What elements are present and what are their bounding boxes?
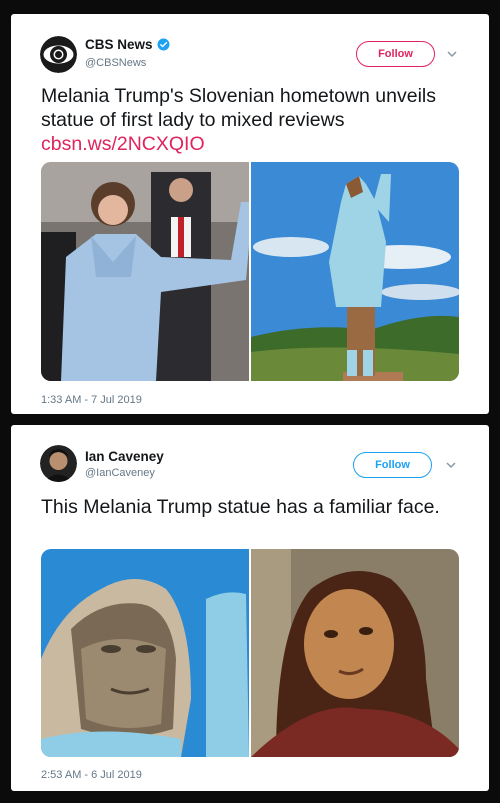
chevron-down-icon[interactable] xyxy=(444,458,458,472)
tweet-card-cbs: CBS News @CBSNews Follow Melania Trump's… xyxy=(11,14,489,414)
tweet-link[interactable]: cbsn.ws/2NCXQIO xyxy=(41,133,205,155)
tweet-media[interactable] xyxy=(41,162,459,381)
tweet-text: Melania Trump's Slovenian hometown unvei… xyxy=(41,84,471,156)
statue-photo[interactable] xyxy=(251,162,459,381)
tweet-body: Melania Trump's Slovenian hometown unvei… xyxy=(41,85,437,131)
tweet-timestamp[interactable]: 1:33 AM - 7 Jul 2019 xyxy=(41,394,142,406)
follow-button[interactable]: Follow xyxy=(356,41,435,67)
ecce-homo-painting[interactable] xyxy=(251,549,459,757)
tweet-card-ian: Ian Caveney @IanCaveney Follow This Mela… xyxy=(11,425,489,791)
tweet-media[interactable] xyxy=(41,549,459,757)
tweet-timestamp[interactable]: 2:53 AM - 6 Jul 2019 xyxy=(41,769,142,781)
chevron-down-icon[interactable] xyxy=(445,47,459,61)
author-name[interactable]: CBS News xyxy=(85,37,170,52)
author-name-text[interactable]: CBS News xyxy=(85,37,153,52)
verified-badge-icon xyxy=(157,38,169,51)
tweet-text: This Melania Trump statue has a familiar… xyxy=(41,496,440,518)
author-name-text[interactable]: Ian Caveney xyxy=(85,449,164,464)
author-handle[interactable]: @IanCaveney xyxy=(85,467,155,479)
author-handle[interactable]: @CBSNews xyxy=(85,57,146,69)
melania-photo[interactable] xyxy=(41,162,249,381)
ian-avatar[interactable] xyxy=(40,445,77,482)
author-name[interactable]: Ian Caveney xyxy=(85,449,164,464)
statue-closeup-photo[interactable] xyxy=(41,549,249,757)
follow-button[interactable]: Follow xyxy=(353,452,432,478)
cbs-eye-avatar[interactable] xyxy=(40,36,77,73)
